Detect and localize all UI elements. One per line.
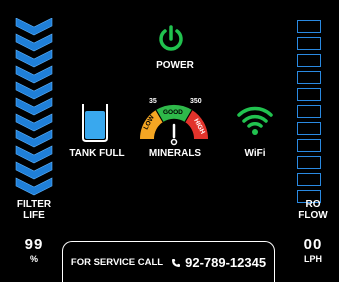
service-phone-number[interactable]: 92-789-12345 [185, 255, 266, 270]
power-label: POWER [156, 60, 194, 71]
tank-status [80, 102, 110, 147]
filter-life-unit: % [29, 254, 38, 264]
filter-label-line2: LIFE [23, 210, 45, 221]
filter-life-label: FILTER LIFE [12, 199, 56, 221]
zone-good-label: GOOD [163, 109, 183, 116]
ro-flow-meter [295, 20, 323, 207]
ro-flow-segment [297, 54, 321, 67]
ro-flow-segment [297, 71, 321, 84]
scale-low-label: 35 [149, 98, 157, 105]
wifi-label: WiFi [244, 148, 266, 159]
minerals-gauge-dial: LOW GOOD HIGH 35 350 [139, 98, 209, 146]
wifi-icon [237, 106, 273, 135]
filter-life-meter [14, 17, 54, 201]
gauge-pivot [170, 138, 178, 146]
minerals-gauge: LOW GOOD HIGH 35 350 [134, 95, 214, 152]
service-call-banner: FOR SERVICE CALL 92-789-12345 [62, 241, 275, 282]
ro-flow-segment [297, 20, 321, 33]
ro-flow-label: RO FLOW [291, 199, 335, 221]
power-icon [159, 25, 183, 51]
ro-flow-segment [297, 156, 321, 169]
scale-high-label: 350 [190, 98, 202, 105]
ro-flow-segment [297, 37, 321, 50]
ro-flow-unit: LPH [304, 254, 322, 264]
ro-flow-segment [297, 122, 321, 135]
filter-life-value: 99 [24, 236, 44, 253]
filter-label-line1: FILTER [16, 199, 52, 210]
ro-flow-segment [297, 139, 321, 152]
power-button[interactable] [157, 25, 185, 60]
water-tank-icon [82, 104, 108, 142]
minerals-label: MINERALS [148, 148, 202, 159]
wifi-button[interactable] [237, 104, 273, 141]
ro-flow-segment [297, 88, 321, 101]
ro-label-line1: RO [305, 199, 321, 210]
ro-label-line2: FLOW [298, 210, 328, 221]
filter-chevrons [15, 17, 53, 196]
phone-icon [172, 258, 181, 267]
service-text: FOR SERVICE CALL [70, 257, 164, 268]
ro-flow-value: 00 [303, 236, 323, 253]
tank-label: TANK FULL [69, 148, 125, 159]
ro-flow-segment [297, 173, 321, 186]
ro-flow-segment [297, 105, 321, 118]
